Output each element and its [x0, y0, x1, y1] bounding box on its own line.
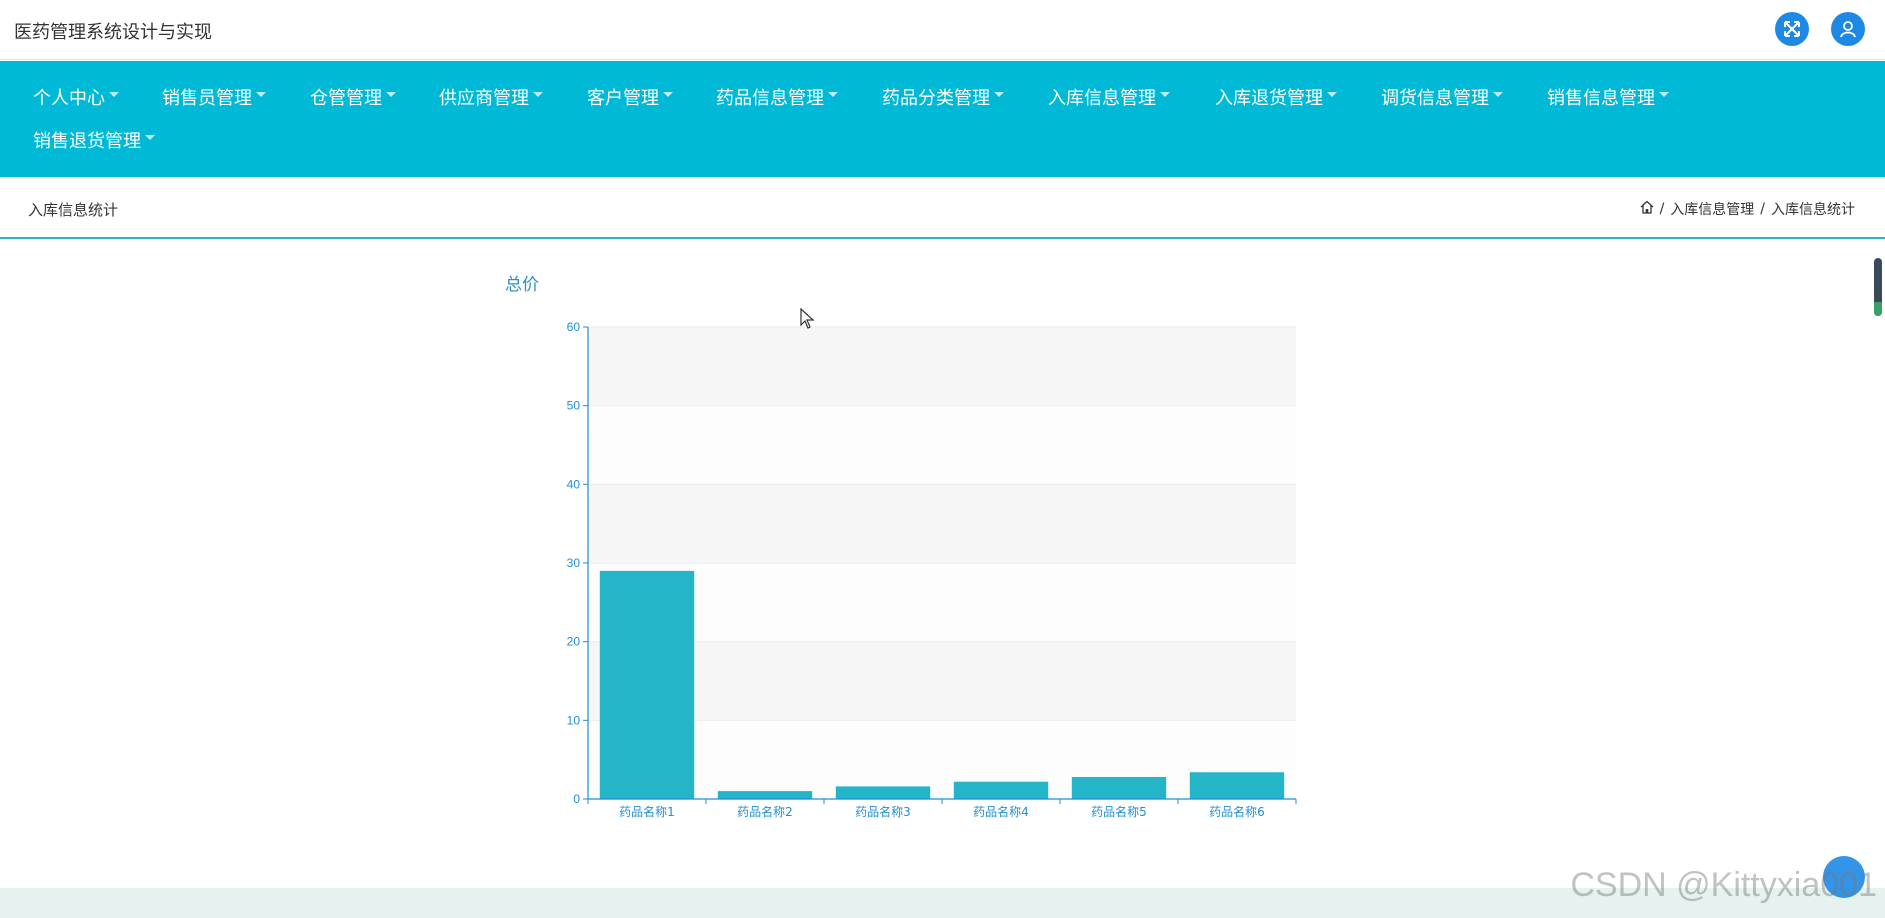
- mouse-cursor-icon: [800, 308, 815, 329]
- nav-item-salesperson[interactable]: 销售员管理: [162, 83, 266, 111]
- chevron-down-icon: [109, 91, 119, 97]
- nav-item-customer[interactable]: 客户管理: [587, 83, 673, 111]
- y-tick-label: 50: [567, 399, 581, 413]
- nav-item-drug-info[interactable]: 药品信息管理: [716, 83, 838, 111]
- x-tick-label: 药品名称5: [1091, 804, 1147, 819]
- bar: [835, 786, 931, 799]
- y-tick-label: 30: [567, 556, 581, 570]
- grid-band: [588, 641, 1296, 721]
- nav-item-supplier[interactable]: 供应商管理: [439, 83, 543, 111]
- app-title: 医药管理系统设计与实现: [14, 22, 212, 43]
- breadcrumb-item[interactable]: 入库信息管理: [1670, 199, 1754, 219]
- nav-item-sales-return[interactable]: 销售退货管理: [33, 126, 155, 154]
- breadcrumb-bar: 入库信息统计 / 入库信息管理 / 入库信息统计: [0, 177, 1885, 239]
- x-tick-label: 药品名称2: [737, 804, 793, 819]
- nav-item-warehouse-keeper[interactable]: 仓管管理: [310, 83, 396, 111]
- nav-item-sales-info[interactable]: 销售信息管理: [1547, 83, 1669, 111]
- home-icon[interactable]: [1640, 200, 1654, 218]
- chevron-down-icon: [1493, 91, 1503, 97]
- fullscreen-icon[interactable]: [1775, 12, 1809, 46]
- chevron-down-icon: [145, 134, 155, 140]
- x-tick-label: 药品名称6: [1209, 804, 1265, 819]
- grid-band: [588, 327, 1296, 406]
- nav-item-stock-in-return[interactable]: 入库退货管理: [1215, 83, 1337, 111]
- x-tick-label: 药品名称1: [619, 804, 675, 819]
- x-tick-label: 药品名称3: [855, 804, 911, 819]
- grid-band: [588, 484, 1296, 563]
- watermark: CSDN @Kittyxia001: [1570, 866, 1877, 904]
- page-title: 入库信息统计: [28, 201, 119, 219]
- chevron-down-icon: [994, 91, 1004, 97]
- breadcrumb: / 入库信息管理 / 入库信息统计: [1640, 199, 1855, 219]
- main-nav: 个人中心 销售员管理 仓管管理 供应商管理 客户管理 药品信息管理 药品分类管理…: [0, 61, 1885, 177]
- bar-chart: 0 10 20 30 40 50 60 药品名称1 药品名称2 药品名称3 药品名称4 药品名称5 药品…: [567, 320, 1297, 819]
- scrollbar[interactable]: [1874, 258, 1882, 316]
- y-tick-label: 0: [573, 792, 580, 806]
- grid-band: [588, 405, 1296, 485]
- nav-item-personal-center[interactable]: 个人中心: [33, 83, 119, 111]
- top-header: 医药管理系统设计与实现: [0, 0, 1885, 60]
- bar: [953, 781, 1049, 799]
- y-tick-label: 10: [567, 713, 581, 727]
- chevron-down-icon: [1659, 91, 1669, 97]
- chevron-down-icon: [663, 91, 673, 97]
- chevron-down-icon: [386, 91, 396, 97]
- chevron-down-icon: [256, 91, 266, 97]
- nav-item-stock-in[interactable]: 入库信息管理: [1048, 83, 1170, 111]
- nav-item-transfer[interactable]: 调货信息管理: [1381, 83, 1503, 111]
- x-tick-label: 药品名称4: [973, 804, 1029, 819]
- grid-band: [588, 563, 1296, 642]
- chevron-down-icon: [533, 91, 543, 97]
- y-tick-label: 60: [567, 320, 581, 334]
- user-icon[interactable]: [1831, 12, 1865, 46]
- y-tick-label: 40: [567, 477, 581, 491]
- breadcrumb-item: 入库信息统计: [1771, 202, 1855, 218]
- y-tick-label: 20: [567, 635, 581, 649]
- bar: [1189, 772, 1285, 799]
- chart-title: 总价: [505, 275, 539, 295]
- bar: [717, 791, 813, 799]
- chevron-down-icon: [828, 91, 838, 97]
- chevron-down-icon: [1160, 91, 1170, 97]
- bar: [599, 570, 695, 799]
- chevron-down-icon: [1327, 91, 1337, 97]
- bar: [1071, 776, 1167, 799]
- nav-item-drug-category[interactable]: 药品分类管理: [882, 83, 1004, 111]
